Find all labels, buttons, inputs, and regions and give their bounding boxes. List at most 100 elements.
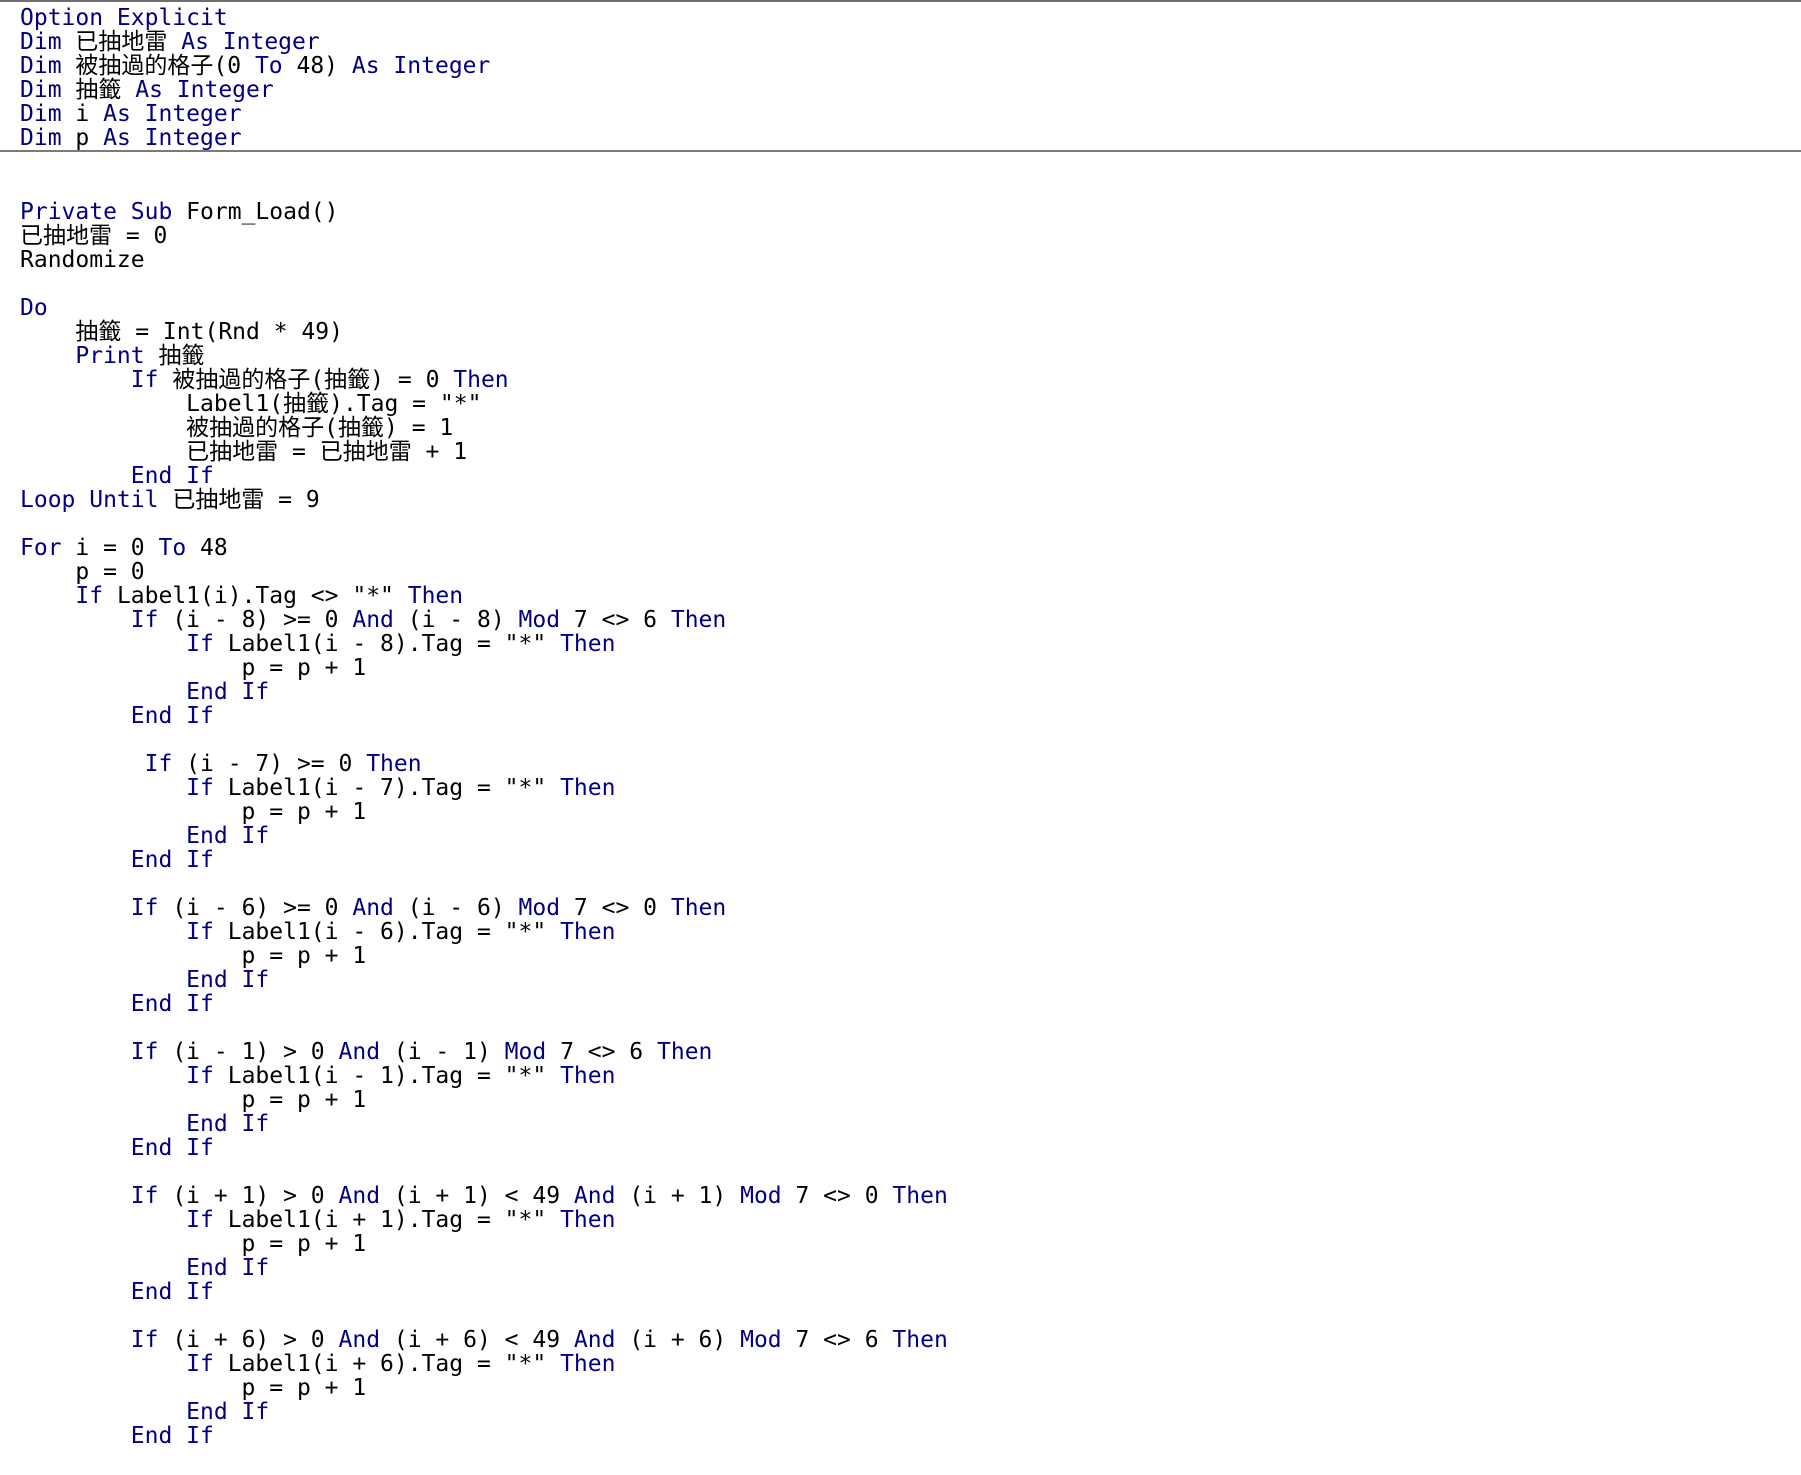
code-token: Randomize — [20, 247, 145, 273]
code-line[interactable]: Option Explicit — [20, 6, 490, 30]
code-line[interactable]: If (i - 7) >= 0 Then — [20, 752, 948, 776]
code-line[interactable] — [20, 1016, 948, 1040]
code-line[interactable]: End If — [20, 1112, 948, 1136]
code-line[interactable]: If (i - 6) >= 0 And (i - 6) Mod 7 <> 0 T… — [20, 896, 948, 920]
code-line[interactable]: p = p + 1 — [20, 800, 948, 824]
code-line[interactable] — [20, 872, 948, 896]
code-token: p = p + 1 — [20, 799, 367, 825]
code-token: 已抽地雷 — [61, 29, 182, 55]
code-line[interactable]: If (i - 8) >= 0 And (i - 8) Mod 7 <> 6 T… — [20, 608, 948, 632]
code-line[interactable]: For i = 0 To 48 — [20, 536, 948, 560]
code-line[interactable] — [20, 1160, 948, 1184]
keyword-token: And — [338, 1039, 381, 1065]
code-line[interactable]: Print 抽籤 — [20, 344, 948, 368]
code-line[interactable]: End If — [20, 1256, 948, 1280]
keyword-token: Then — [670, 895, 727, 921]
code-token: 已抽地雷 = 9 — [158, 487, 320, 513]
code-line[interactable]: If (i + 6) > 0 And (i + 6) < 49 And (i +… — [20, 1328, 948, 1352]
keyword-token: Then — [892, 1183, 948, 1209]
code-line[interactable]: Dim 抽籤 As Integer — [20, 78, 490, 102]
code-line[interactable]: If Label1(i + 6).Tag = "*" Then — [20, 1352, 948, 1376]
keyword-token: Then — [560, 919, 616, 945]
code-line[interactable]: p = p + 1 — [20, 1232, 948, 1256]
code-line[interactable]: Dim 已抽地雷 As Integer — [20, 30, 490, 54]
code-line[interactable]: If (i - 1) > 0 And (i - 1) Mod 7 <> 6 Th… — [20, 1040, 948, 1064]
code-line[interactable]: Dim 被抽過的格子(0 To 48) As Integer — [20, 54, 490, 78]
code-token: (i + 6) < 49 — [380, 1327, 574, 1353]
code-line[interactable]: End If — [20, 464, 948, 488]
code-token: 抽籤 — [144, 343, 205, 369]
keyword-token: Then — [560, 631, 616, 657]
code-line[interactable]: End If — [20, 680, 948, 704]
code-token: 已抽地雷 = 已抽地雷 + 1 — [20, 439, 468, 465]
code-line[interactable]: p = p + 1 — [20, 944, 948, 968]
code-line[interactable] — [20, 1304, 948, 1328]
keyword-token: As Integer — [103, 125, 242, 151]
code-line[interactable]: If (i + 1) > 0 And (i + 1) < 49 And (i +… — [20, 1184, 948, 1208]
code-line[interactable]: p = p + 1 — [20, 1088, 948, 1112]
code-token: (i - 6) — [393, 895, 519, 921]
code-token: 7 <> 6 — [781, 1327, 893, 1353]
code-line[interactable]: 已抽地雷 = 已抽地雷 + 1 — [20, 440, 948, 464]
code-token: (i + 6) > 0 — [158, 1327, 339, 1353]
code-line[interactable]: 已抽地雷 = 0 — [20, 224, 948, 248]
code-token: (i - 7) >= 0 — [172, 751, 367, 777]
code-line[interactable]: Label1(抽籤).Tag = "*" — [20, 392, 948, 416]
keyword-token: If — [130, 607, 159, 633]
code-line[interactable]: End If — [20, 1280, 948, 1304]
code-token: (i - 1) > 0 — [158, 1039, 339, 1065]
keyword-token: If — [186, 919, 214, 945]
code-editor[interactable]: Option Explicit Dim 已抽地雷 As Integer Dim 被抽… — [0, 0, 1801, 1475]
code-line[interactable]: If Label1(i - 8).Tag = "*" Then — [20, 632, 948, 656]
declarations-section[interactable]: Option Explicit Dim 已抽地雷 As Integer Dim 被抽… — [20, 6, 490, 150]
code-line[interactable]: If Label1(i - 7).Tag = "*" Then — [20, 776, 948, 800]
code-line[interactable]: If Label1(i + 1).Tag = "*" Then — [20, 1208, 948, 1232]
code-token: (i - 1) — [380, 1039, 505, 1065]
code-line[interactable]: Dim p As Integer — [20, 126, 490, 150]
code-line[interactable]: If 被抽過的格子(抽籤) = 0 Then — [20, 368, 948, 392]
keyword-token: If — [130, 367, 159, 393]
code-line[interactable]: End If — [20, 848, 948, 872]
keyword-token: Dim — [20, 77, 62, 103]
code-line[interactable]: End If — [20, 1400, 948, 1424]
code-line[interactable]: 被抽過的格子(抽籤) = 1 — [20, 416, 948, 440]
code-line[interactable]: p = p + 1 — [20, 1376, 948, 1400]
code-line[interactable]: Do — [20, 296, 948, 320]
code-line[interactable]: If Label1(i - 6).Tag = "*" Then — [20, 920, 948, 944]
keyword-token: End If — [186, 823, 270, 849]
code-line[interactable]: Loop Until 已抽地雷 = 9 — [20, 488, 948, 512]
code-token: 抽籤 = Int(Rnd * 49) — [20, 319, 343, 345]
code-line[interactable] — [20, 728, 948, 752]
code-line[interactable]: If Label1(i - 1).Tag = "*" Then — [20, 1064, 948, 1088]
code-token: 已抽地雷 = 0 — [20, 223, 168, 249]
code-line[interactable]: End If — [20, 968, 948, 992]
code-line[interactable]: Dim i As Integer — [20, 102, 490, 126]
keyword-token: As Integer — [103, 101, 242, 127]
keyword-token: If — [130, 1183, 159, 1209]
keyword-token: End If — [130, 703, 214, 729]
code-line[interactable]: Private Sub Form_Load() — [20, 200, 948, 224]
code-token: p = p + 1 — [20, 1231, 367, 1257]
code-line[interactable]: 抽籤 = Int(Rnd * 49) — [20, 320, 948, 344]
code-line[interactable]: If Label1(i).Tag <> "*" Then — [20, 584, 948, 608]
code-line[interactable]: End If — [20, 1424, 948, 1448]
code-token: Label1(i - 8).Tag = "*" — [213, 631, 561, 657]
code-line[interactable] — [20, 272, 948, 296]
code-line[interactable]: End If — [20, 992, 948, 1016]
code-line[interactable]: Randomize — [20, 248, 948, 272]
code-token: 抽籤 — [61, 77, 136, 103]
form-load-procedure[interactable]: Private Sub Form_Load() 已抽地雷 = 0 Randomize… — [20, 200, 948, 1448]
code-line[interactable]: End If — [20, 704, 948, 728]
code-token: i — [61, 101, 104, 127]
code-line[interactable]: End If — [20, 1136, 948, 1160]
code-line[interactable]: End If — [20, 824, 948, 848]
code-line[interactable] — [20, 512, 948, 536]
code-line[interactable]: p = 0 — [20, 560, 948, 584]
code-line[interactable]: p = p + 1 — [20, 656, 948, 680]
